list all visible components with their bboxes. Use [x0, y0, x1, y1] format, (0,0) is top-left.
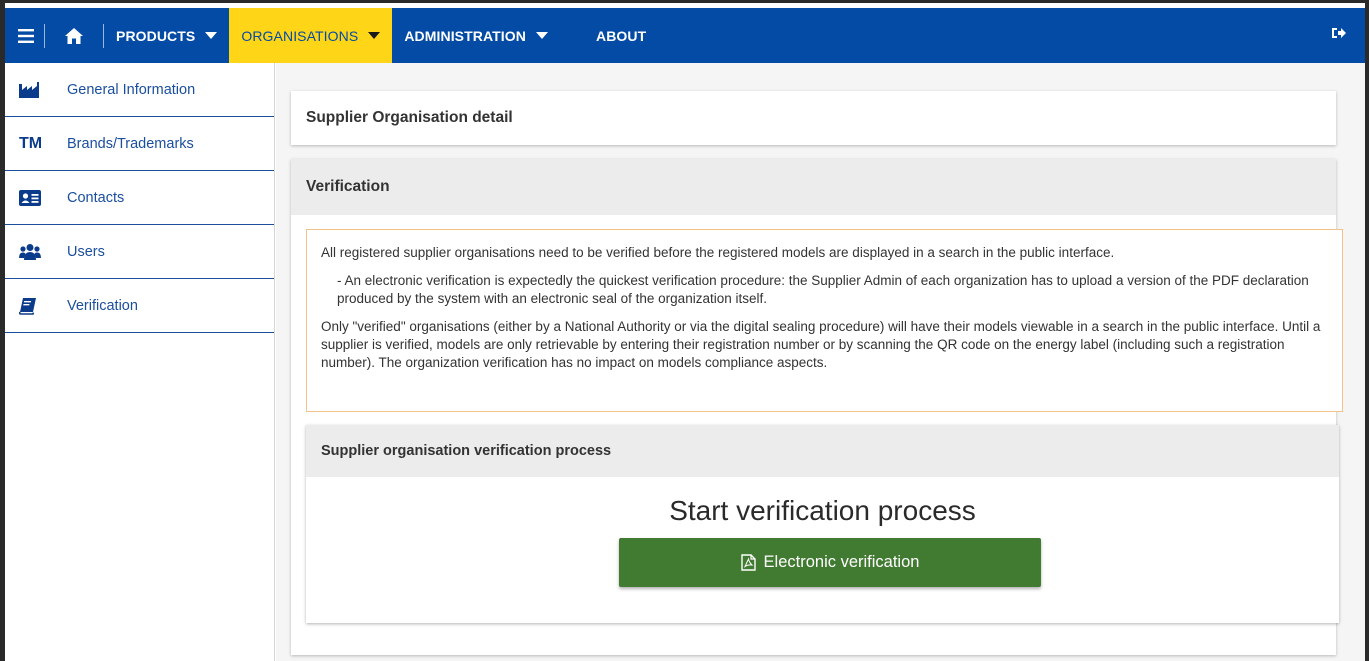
home-icon[interactable]: [45, 8, 103, 63]
sidebar-item-users[interactable]: Users: [5, 225, 274, 279]
sidebar-item-label: General Information: [67, 81, 196, 98]
book-icon: [19, 297, 59, 315]
notice-paragraph: All registered supplier organisations ne…: [321, 245, 1115, 260]
main-content: Supplier Organisation detail Verificatio…: [276, 63, 1365, 661]
sidebar-item-brands-trademarks[interactable]: TM Brands/Trademarks: [5, 117, 274, 171]
verification-panel-header: Verification: [291, 159, 1336, 215]
sidebar-item-general-information[interactable]: General Information: [5, 63, 274, 117]
electronic-verification-label: Electronic verification: [763, 553, 920, 571]
nav-about[interactable]: ABOUT: [584, 8, 658, 63]
notice-paragraph: Only "verified" organisations (either by…: [321, 319, 1321, 370]
start-verification-heading: Start verification process: [669, 495, 976, 526]
app-frame: PRODUCTS ORGANISATIONS ADMINISTRATION AB…: [0, 0, 1369, 661]
logout-icon[interactable]: [1331, 26, 1349, 44]
pdf-file-icon: [740, 554, 756, 571]
sidebar-item-label: Users: [67, 243, 105, 260]
electronic-verification-button[interactable]: Electronic verification: [619, 538, 1041, 587]
verification-process-header: Supplier organisation verification proce…: [306, 425, 1339, 477]
nav-organisations[interactable]: ORGANISATIONS: [229, 8, 393, 63]
users-icon: [19, 243, 59, 261]
trademark-icon: TM: [19, 134, 43, 152]
notice-paragraph: - An electronic verification is expected…: [337, 273, 1309, 306]
hamburger-icon[interactable]: [7, 23, 45, 48]
sidebar-item-label: Brands/Trademarks: [67, 135, 194, 152]
sidebar-item-verification[interactable]: Verification: [5, 279, 274, 333]
page-title: Supplier Organisation detail: [291, 91, 1336, 145]
nav-administration-label: ADMINISTRATION: [404, 27, 526, 44]
chevron-down-icon: [205, 32, 218, 39]
top-navbar: PRODUCTS ORGANISATIONS ADMINISTRATION AB…: [5, 8, 1365, 63]
chevron-down-icon: [536, 32, 548, 39]
contact-card-icon: [19, 189, 59, 206]
nav-products[interactable]: PRODUCTS: [104, 8, 229, 63]
sidebar-item-contacts[interactable]: Contacts: [5, 171, 274, 225]
verification-process-panel: Supplier organisation verification proce…: [306, 425, 1339, 623]
sidebar-item-label: Contacts: [67, 189, 125, 206]
nav-organisations-label: ORGANISATIONS: [241, 27, 359, 44]
chevron-down-icon: [368, 32, 381, 39]
nav-administration[interactable]: ADMINISTRATION: [392, 8, 560, 63]
sidebar: General Information TM Brands/Trademarks…: [5, 63, 275, 661]
verification-notice: All registered supplier organisations ne…: [306, 229, 1343, 412]
sidebar-item-label: Verification: [67, 297, 138, 314]
factory-icon: [19, 81, 59, 98]
nav-about-label: ABOUT: [596, 27, 647, 44]
nav-products-label: PRODUCTS: [116, 27, 196, 44]
verification-panel: Verification All registered supplier org…: [291, 159, 1343, 655]
